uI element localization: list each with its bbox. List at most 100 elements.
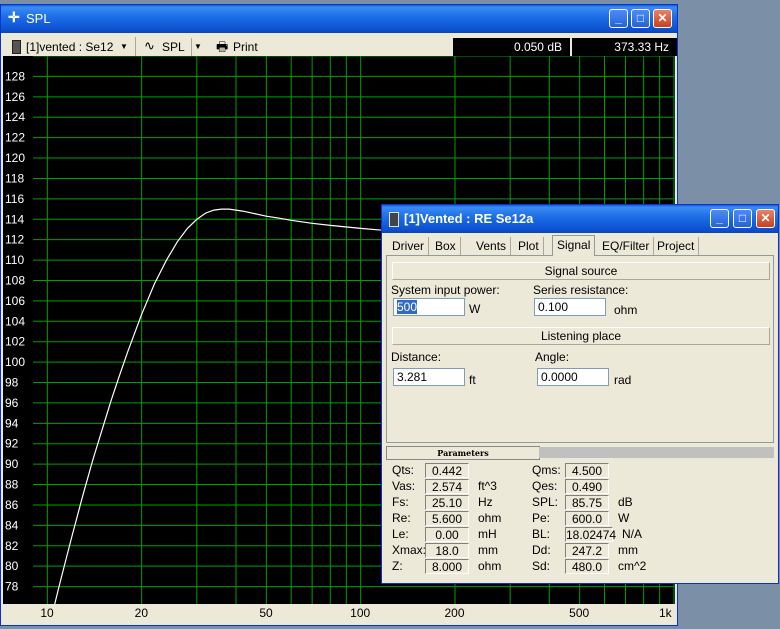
listening-place-heading: Listening place bbox=[392, 327, 770, 345]
x-tick-label: 200 bbox=[444, 606, 465, 620]
y-tick-label: 96 bbox=[5, 396, 19, 410]
y-tick-label: 124 bbox=[5, 110, 25, 124]
minimize-button[interactable]: _ bbox=[710, 209, 729, 228]
print-button[interactable]: Print bbox=[233, 38, 258, 56]
close-button[interactable]: ✕ bbox=[653, 9, 672, 28]
x-tick-label: 20 bbox=[134, 606, 149, 620]
y-tick-label: 122 bbox=[5, 131, 25, 145]
param-label: BL: bbox=[532, 527, 551, 541]
waveform-icon: ∿ bbox=[144, 38, 155, 53]
param-unit: ft^3 bbox=[478, 479, 497, 493]
curve-select[interactable]: SPL bbox=[162, 38, 185, 56]
param-label: SPL: bbox=[532, 495, 559, 509]
crosshair-icon: ✛ bbox=[8, 9, 20, 25]
angle-unit: rad bbox=[614, 373, 632, 387]
param-unit: ohm bbox=[478, 511, 502, 525]
x-axis-strip: 10 20 50 100 200 500 1k bbox=[3, 604, 675, 621]
param-unit: mH bbox=[478, 527, 497, 541]
close-button[interactable]: ✕ bbox=[756, 209, 775, 228]
x-tick-label: 50 bbox=[259, 606, 273, 620]
param-value: 85.75 bbox=[565, 495, 609, 510]
angle-field[interactable]: 0.0000 bbox=[537, 368, 609, 386]
param-value: 0.490 bbox=[565, 479, 609, 494]
param-value: 247.2 bbox=[565, 543, 609, 558]
readout-db: 0.050 dB bbox=[453, 38, 570, 56]
y-tick-label: 80 bbox=[5, 559, 19, 573]
y-tick-label: 106 bbox=[5, 294, 25, 308]
y-tick-label: 102 bbox=[5, 335, 25, 349]
parameters-tab[interactable]: Parameters bbox=[386, 446, 540, 460]
chevron-down-icon[interactable]: ▼ bbox=[120, 42, 128, 51]
y-tick-label: 90 bbox=[5, 457, 19, 471]
param-value: 0.00 bbox=[425, 527, 469, 542]
toolbar-separator bbox=[135, 37, 136, 57]
project-select[interactable]: [1]vented : Se12 bbox=[26, 38, 113, 56]
tab-signal[interactable]: Signal bbox=[552, 235, 596, 256]
tab-driver[interactable]: Driver bbox=[388, 237, 429, 255]
param-label: Xmax: bbox=[392, 543, 427, 557]
dialog-title: [1]Vented : RE Se12a bbox=[404, 211, 534, 226]
y-tick-label: 98 bbox=[5, 376, 19, 390]
param-unit: mm bbox=[618, 543, 638, 557]
tab-eq-filter[interactable]: EQ/Filter bbox=[598, 237, 655, 255]
tab-vents[interactable]: Vents bbox=[472, 237, 512, 255]
tab-plot[interactable]: Plot bbox=[514, 237, 544, 255]
param-unit: N/A bbox=[622, 527, 643, 541]
speaker-icon bbox=[389, 212, 399, 227]
y-tick-label: 82 bbox=[5, 539, 19, 553]
spl-titlebar[interactable]: ✛ SPL _ □ ✕ bbox=[1, 5, 677, 33]
param-value: 0.442 bbox=[425, 463, 469, 478]
series-resistance-label: Series resistance: bbox=[533, 283, 629, 297]
param-label: Le: bbox=[392, 527, 409, 541]
distance-unit: ft bbox=[469, 373, 476, 387]
param-value: 25.10 bbox=[425, 495, 469, 510]
input-power-field[interactable]: 500 bbox=[393, 298, 465, 316]
param-value: 2.574 bbox=[425, 479, 469, 494]
param-value: 4.500 bbox=[565, 463, 609, 478]
chevron-down-icon[interactable]: ▼ bbox=[191, 38, 204, 56]
distance-field[interactable]: 3.281 bbox=[393, 368, 465, 386]
y-tick-label: 100 bbox=[5, 355, 25, 369]
y-tick-label: 78 bbox=[5, 580, 19, 594]
y-tick-label: 86 bbox=[5, 498, 19, 512]
maximize-button[interactable]: □ bbox=[733, 209, 752, 228]
param-label: Qms: bbox=[532, 463, 561, 477]
y-tick-label: 120 bbox=[5, 151, 25, 165]
signal-source-heading: Signal source bbox=[392, 262, 770, 280]
y-tick-label: 104 bbox=[5, 314, 25, 328]
dialog-titlebar[interactable]: [1]Vented : RE Se12a _ □ ✕ bbox=[382, 205, 778, 233]
param-unit: Hz bbox=[478, 495, 493, 509]
series-resistance-field[interactable]: 0.100 bbox=[534, 298, 606, 316]
param-label: Sd: bbox=[532, 559, 551, 573]
y-tick-label: 114 bbox=[5, 212, 24, 226]
tab-project[interactable]: Project bbox=[653, 237, 700, 255]
y-tick-label: 128 bbox=[5, 69, 25, 83]
param-unit: dB bbox=[618, 495, 633, 509]
param-label: Vas: bbox=[392, 479, 416, 493]
y-tick-label: 116 bbox=[5, 192, 24, 206]
input-power-unit: W bbox=[469, 302, 481, 316]
y-tick-label: 126 bbox=[5, 90, 25, 104]
param-value: 18.0 bbox=[425, 543, 469, 558]
param-unit: W bbox=[618, 511, 630, 525]
maximize-button[interactable]: □ bbox=[631, 9, 650, 28]
param-unit: cm^2 bbox=[618, 559, 647, 573]
param-value: 18.02474 bbox=[565, 527, 617, 542]
param-value: 5.600 bbox=[425, 511, 469, 526]
param-label: Fs: bbox=[392, 495, 409, 509]
param-label: Pe: bbox=[532, 511, 551, 525]
param-label: Z: bbox=[392, 559, 403, 573]
minimize-button[interactable]: _ bbox=[609, 9, 628, 28]
param-unit: ohm bbox=[478, 559, 502, 573]
x-tick-label: 10 bbox=[40, 606, 54, 620]
x-tick-label: 1k bbox=[659, 606, 672, 620]
param-label: Re: bbox=[392, 511, 411, 525]
param-label: Dd: bbox=[532, 543, 551, 557]
y-tick-label: 108 bbox=[5, 273, 25, 287]
angle-label: Angle: bbox=[535, 350, 570, 364]
y-tick-label: 112 bbox=[5, 233, 24, 247]
parameters-tab-strip bbox=[539, 447, 774, 458]
tab-box[interactable]: Box bbox=[431, 237, 461, 255]
param-label: Qts: bbox=[392, 463, 415, 477]
speaker-icon bbox=[12, 40, 21, 54]
